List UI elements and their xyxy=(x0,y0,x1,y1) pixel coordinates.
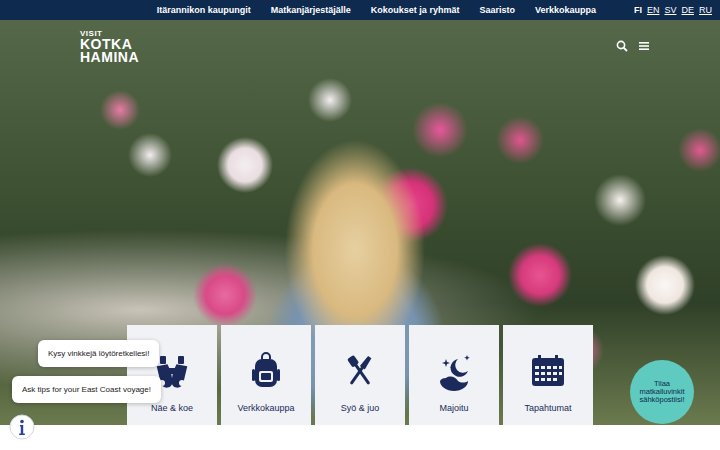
language-link[interactable]: SV xyxy=(664,5,676,15)
header-icons xyxy=(616,30,650,52)
category-card[interactable]: Majoitu xyxy=(409,325,499,425)
calendar-icon xyxy=(528,351,568,391)
newsletter-button[interactable]: Tilaa matkailuvinkit sähköpostiisi! xyxy=(630,360,694,424)
card-label: Näe & koe xyxy=(151,403,193,413)
card-label: Verkkokauppa xyxy=(237,403,294,413)
category-card[interactable]: Syö & juo xyxy=(315,325,405,425)
language-switcher: FI EN SV DE RU xyxy=(634,5,712,15)
backpack-icon xyxy=(246,351,286,391)
language-link[interactable]: EN xyxy=(647,5,660,15)
top-bar: Itärannikon kaupungit Matkanjärjestäjälle… xyxy=(0,0,720,20)
language-link[interactable]: DE xyxy=(681,5,694,15)
search-icon[interactable] xyxy=(616,40,628,52)
top-nav-link[interactable]: Matkanjärjestäjälle xyxy=(271,5,351,15)
top-nav-link[interactable]: Verkkokauppa xyxy=(535,5,596,15)
card-label: Majoitu xyxy=(439,403,468,413)
menu-icon[interactable] xyxy=(638,40,650,52)
top-nav-link[interactable]: Itärannikon kaupungit xyxy=(157,5,251,15)
chat-bubble[interactable]: Kysy vinkkejä löytöretkellesi! xyxy=(38,340,159,367)
moon-stars-icon xyxy=(434,351,474,391)
chat-info-icon[interactable] xyxy=(9,414,35,440)
card-label: Syö & juo xyxy=(341,403,380,413)
top-nav-link[interactable]: Saaristo xyxy=(479,5,515,15)
chat-bubble[interactable]: Ask tips for your East Coast voyage! xyxy=(12,376,161,403)
top-nav: Itärannikon kaupungit Matkanjärjestäjälle… xyxy=(157,5,596,15)
logo-line: KOTKA xyxy=(80,38,139,51)
site-logo[interactable]: VISITKOTKAHAMINA xyxy=(80,30,139,64)
language-link[interactable]: RU xyxy=(699,5,712,15)
category-card[interactable]: Verkkokauppa xyxy=(221,325,311,425)
top-nav-link[interactable]: Kokoukset ja ryhmät xyxy=(371,5,460,15)
card-label: Tapahtumat xyxy=(524,403,571,413)
language-link[interactable]: FI xyxy=(634,5,642,15)
category-card[interactable]: Tapahtumat xyxy=(503,325,593,425)
site-header: VISITKOTKAHAMINA xyxy=(0,20,720,64)
cutlery-icon xyxy=(340,351,380,391)
logo-line: VISIT xyxy=(80,30,139,38)
logo-line: HAMINA xyxy=(80,51,139,64)
